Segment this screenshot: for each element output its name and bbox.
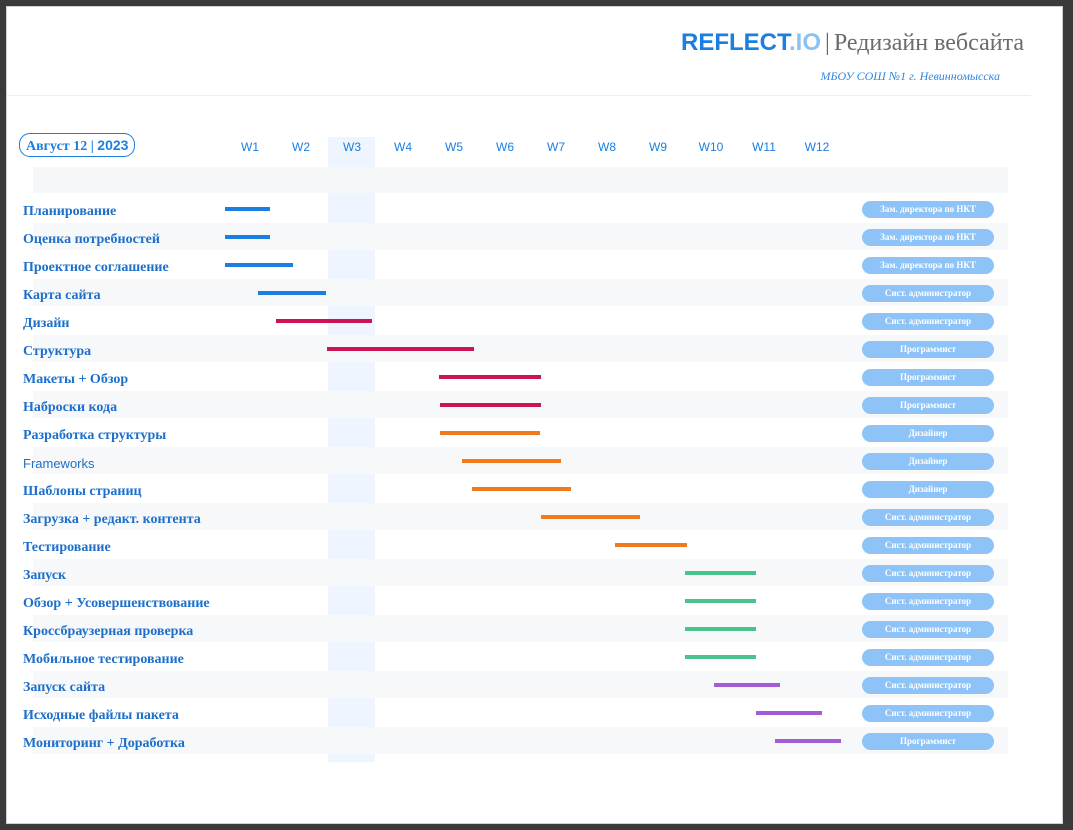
owner-badge: Сист. администратор	[862, 677, 994, 694]
owner-badge: Сист. администратор	[862, 705, 994, 722]
owner-badge: Зам. директора по НКТ	[862, 201, 994, 218]
task-label: Оценка потребностей	[23, 232, 160, 247]
task-bar	[756, 711, 823, 715]
task-label: Мобильное тестирование	[23, 652, 184, 667]
week-label-w12: W12	[804, 140, 830, 154]
task-bar	[326, 347, 475, 351]
task-bar	[438, 375, 541, 379]
task-label: Загрузка + редакт. контента	[23, 512, 201, 527]
task-bar	[471, 487, 572, 491]
date-year: 2023	[97, 137, 129, 153]
gantt-page: REFLECT.IO | Редизайн вебсайта МБОУ СОШ №1…	[6, 6, 1063, 824]
brand-separator: |	[825, 30, 830, 56]
owner-badge: Зам. директора по НКТ	[862, 229, 994, 246]
week-label-w9: W9	[649, 140, 667, 154]
brand-name: REFLECT	[681, 29, 789, 56]
task-label: Кроссбраузерная проверка	[23, 624, 194, 639]
task-bar	[224, 263, 294, 267]
task-label: Карта сайта	[23, 288, 101, 303]
owner-badge: Сист. администратор	[862, 285, 994, 302]
task-bar	[224, 207, 271, 211]
task-label: Тестирование	[23, 540, 111, 555]
owner-badge: Дизайнер	[862, 453, 994, 470]
owner-badge: Зам. директора по НКТ	[862, 257, 994, 274]
task-label: Наброски кода	[23, 400, 118, 415]
task-bar	[684, 655, 757, 659]
task-bar	[713, 683, 780, 687]
task-label: Frameworks	[23, 456, 95, 471]
task-label: Планирование	[23, 204, 117, 219]
week-header-stripe	[33, 167, 1008, 193]
task-bar	[684, 627, 757, 631]
week-label-w5: W5	[445, 140, 463, 154]
task-bar	[439, 403, 541, 407]
week-label-w6: W6	[496, 140, 514, 154]
task-label: Макеты + Обзор	[23, 372, 129, 387]
week-label-w8: W8	[598, 140, 616, 154]
week-label-w4: W4	[394, 140, 412, 154]
page-title: Редизайн вебсайта	[833, 30, 1024, 56]
date-label: Август 12 |	[26, 139, 98, 154]
task-bar	[257, 291, 327, 295]
owner-badge: Дизайнер	[862, 425, 994, 442]
owner-badge: Сист. администратор	[862, 649, 994, 666]
task-bar	[684, 571, 757, 575]
header-brand: REFLECT.IO | Редизайн вебсайта	[681, 29, 1024, 57]
task-label: Шаблоны страниц	[23, 484, 142, 499]
task-label: Исходные файлы пакета	[23, 708, 179, 723]
owner-badge: Сист. администратор	[862, 621, 994, 638]
task-bar	[224, 235, 271, 239]
header-divider	[7, 95, 1031, 96]
date-badge: Август 12 | 2023	[19, 133, 136, 157]
task-bar	[540, 515, 641, 519]
task-label: Структура	[23, 344, 92, 359]
task-label: Разработка структуры	[23, 428, 167, 443]
owner-badge: Сист. администратор	[862, 565, 994, 582]
task-label: Запуск сайта	[23, 680, 106, 695]
owner-badge: Программист	[862, 341, 994, 358]
week-label-w11: W11	[752, 140, 776, 154]
owner-badge: Программист	[862, 369, 994, 386]
brand-domain: .IO	[789, 29, 822, 56]
task-bar	[684, 599, 757, 603]
owner-badge: Программист	[862, 397, 994, 414]
week-label-w7: W7	[547, 140, 565, 154]
owner-badge: Сист. администратор	[862, 537, 994, 554]
week-label-w3: W3	[343, 140, 361, 154]
task-label: Обзор + Усовершенствование	[23, 596, 210, 611]
week-label-w2: W2	[292, 140, 310, 154]
week-label-w1: W1	[241, 140, 259, 154]
owner-badge: Сист. администратор	[862, 509, 994, 526]
owner-badge: Программист	[862, 733, 994, 750]
owner-badge: Сист. администратор	[862, 593, 994, 610]
task-bar	[439, 431, 540, 435]
task-label: Проектное соглашение	[23, 260, 169, 275]
task-bar	[275, 319, 373, 323]
owner-badge: Сист. администратор	[862, 313, 994, 330]
task-label: Дизайн	[23, 316, 70, 331]
page-subtitle: МБОУ СОШ №1 г. Невинномысска	[820, 69, 1000, 83]
task-label: Запуск	[23, 568, 67, 583]
task-bar	[461, 459, 562, 463]
owner-badge: Дизайнер	[862, 481, 994, 498]
task-bar	[614, 543, 688, 547]
task-label: Мониторинг + Доработка	[23, 736, 185, 751]
task-bar	[774, 739, 841, 743]
week-label-w10: W10	[698, 140, 724, 154]
